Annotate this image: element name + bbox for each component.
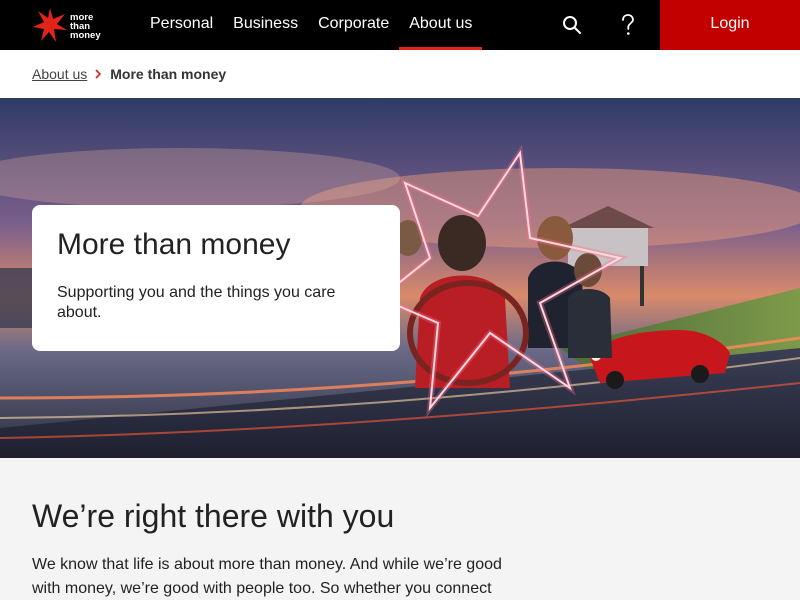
section-title: We’re right there with you xyxy=(32,498,395,534)
section-body: We know that life is about more than mon… xyxy=(32,556,502,597)
hero-subtitle: Supporting you and the things you care a… xyxy=(57,284,336,321)
breadcrumb: About us More than money xyxy=(0,50,800,98)
breadcrumb-about-us-link[interactable]: About us xyxy=(32,66,87,82)
breadcrumb-current-page: More than money xyxy=(110,66,227,82)
search-button[interactable] xyxy=(550,0,594,50)
hero-card: More than money Supporting you and the t… xyxy=(32,205,400,351)
nav-item-corporate[interactable]: Corporate xyxy=(308,0,399,50)
hero-title: More than money xyxy=(57,228,291,261)
nav-item-personal[interactable]: Personal xyxy=(140,0,223,50)
chevron-right-icon xyxy=(94,69,102,79)
nav-item-business[interactable]: Business xyxy=(223,0,308,50)
intro-section: We’re right there with you We know that … xyxy=(0,458,800,600)
logo-wordmark: more than money xyxy=(70,12,101,41)
brand-logo[interactable]: more than money xyxy=(32,7,112,43)
primary-nav: Personal Business Corporate About us xyxy=(140,0,483,50)
login-button[interactable]: Login xyxy=(660,0,800,50)
star-logo-icon xyxy=(33,8,67,42)
hero-banner: More than money Supporting you and the t… xyxy=(0,98,800,458)
top-navigation-bar: more than money Personal Business Corpor… xyxy=(0,0,800,50)
question-icon xyxy=(622,14,634,35)
search-icon xyxy=(563,16,581,34)
nav-item-about-us[interactable]: About us xyxy=(399,0,483,50)
help-button[interactable] xyxy=(606,0,650,50)
